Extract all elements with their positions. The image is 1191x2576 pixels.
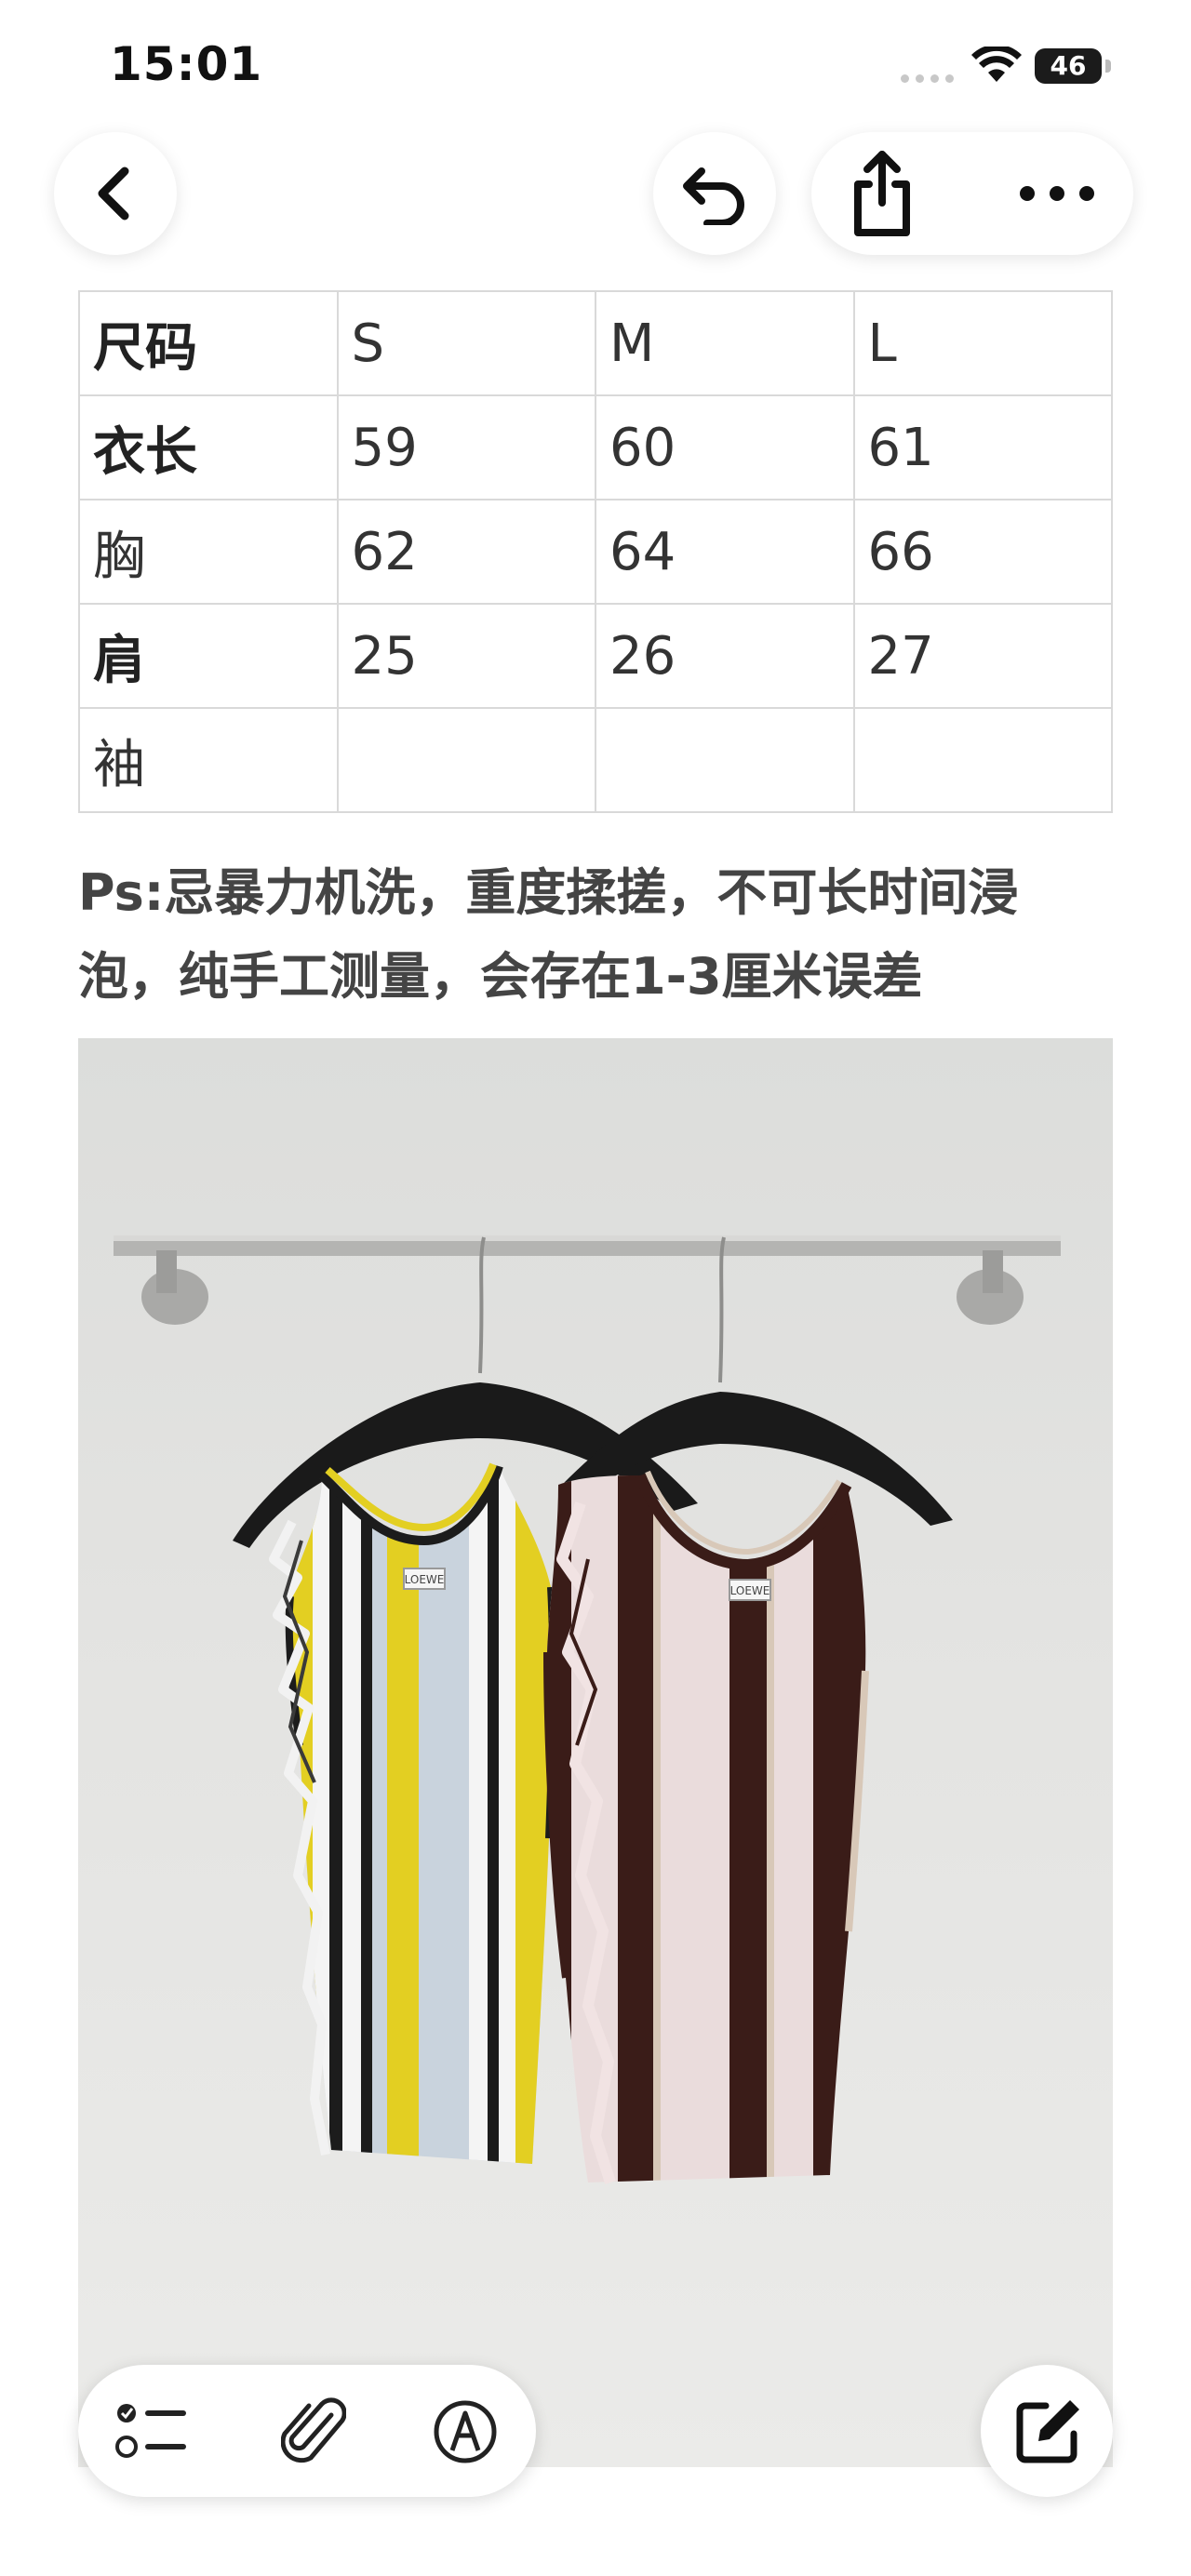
pen-tip-icon[interactable] bbox=[432, 2398, 499, 2465]
table-cell: 胸 bbox=[78, 499, 339, 605]
battery-icon: 46 bbox=[1035, 48, 1111, 84]
table-cell: 袖 bbox=[78, 707, 339, 813]
table-cell: 61 bbox=[852, 394, 1113, 501]
share-more-group bbox=[811, 132, 1133, 255]
table-row: 袖 bbox=[78, 707, 1113, 813]
table-cell: 64 bbox=[595, 499, 855, 605]
table-cell: 62 bbox=[336, 499, 596, 605]
bottom-toolbar bbox=[78, 2365, 536, 2497]
table-cell: 衣长 bbox=[78, 394, 339, 501]
undo-icon bbox=[683, 167, 744, 225]
brand-label: LOEWE bbox=[730, 1584, 770, 1597]
table-header-row: 尺码 S M L bbox=[78, 290, 1113, 396]
size-table: 尺码 S M L 衣长 59 60 61 胸 62 64 66 肩 25 26 … bbox=[78, 290, 1113, 813]
status-time: 15:01 bbox=[110, 37, 263, 91]
table-cell: 肩 bbox=[78, 603, 339, 709]
undo-button[interactable] bbox=[653, 132, 776, 255]
table-cell: L bbox=[852, 290, 1113, 396]
table-cell: 26 bbox=[595, 603, 855, 709]
status-bar: 15:01 46 bbox=[0, 0, 1191, 130]
tank-tops-illustration: LOEWE LOEWE bbox=[114, 1235, 1061, 2184]
table-cell bbox=[852, 707, 1113, 813]
table-row: 衣长 59 60 61 bbox=[78, 394, 1113, 501]
table-cell: M bbox=[595, 290, 855, 396]
care-note-line: Ps:忌暴力机洗，重度揉搓，不可长时间浸 bbox=[78, 863, 1019, 922]
table-row: 肩 25 26 27 bbox=[78, 603, 1113, 709]
checklist-icon[interactable] bbox=[115, 2400, 190, 2462]
table-cell: S bbox=[336, 290, 596, 396]
table-cell bbox=[595, 707, 855, 813]
table-cell: 60 bbox=[595, 394, 855, 501]
share-icon[interactable] bbox=[847, 147, 917, 240]
table-cell: 59 bbox=[336, 394, 596, 501]
wifi-icon bbox=[971, 47, 1022, 82]
chevron-left-icon bbox=[98, 167, 129, 220]
paperclip-icon[interactable] bbox=[281, 2396, 346, 2467]
care-note: Ps:忌暴力机洗，重度揉搓，不可长时间浸 泡，纯手工测量，会存在1-3厘米误差 bbox=[78, 851, 1120, 1019]
table-cell: 66 bbox=[852, 499, 1113, 605]
back-button[interactable] bbox=[54, 132, 177, 255]
compose-button[interactable] bbox=[981, 2365, 1113, 2497]
cellular-signal-icon bbox=[901, 74, 955, 84]
table-cell: 尺码 bbox=[78, 290, 339, 396]
table-cell: 27 bbox=[852, 603, 1113, 709]
table-cell: 25 bbox=[336, 603, 596, 709]
table-row: 胸 62 64 66 bbox=[78, 499, 1113, 605]
product-photo[interactable]: LOEWE LOEWE bbox=[78, 1038, 1113, 2467]
brand-label: LOEWE bbox=[405, 1573, 445, 1586]
battery-level: 46 bbox=[1035, 48, 1102, 84]
care-note-line: 泡，纯手工测量，会存在1-3厘米误差 bbox=[78, 947, 923, 1006]
table-cell bbox=[336, 707, 596, 813]
ellipsis-icon[interactable] bbox=[1018, 184, 1096, 203]
compose-icon bbox=[1016, 2400, 1079, 2463]
